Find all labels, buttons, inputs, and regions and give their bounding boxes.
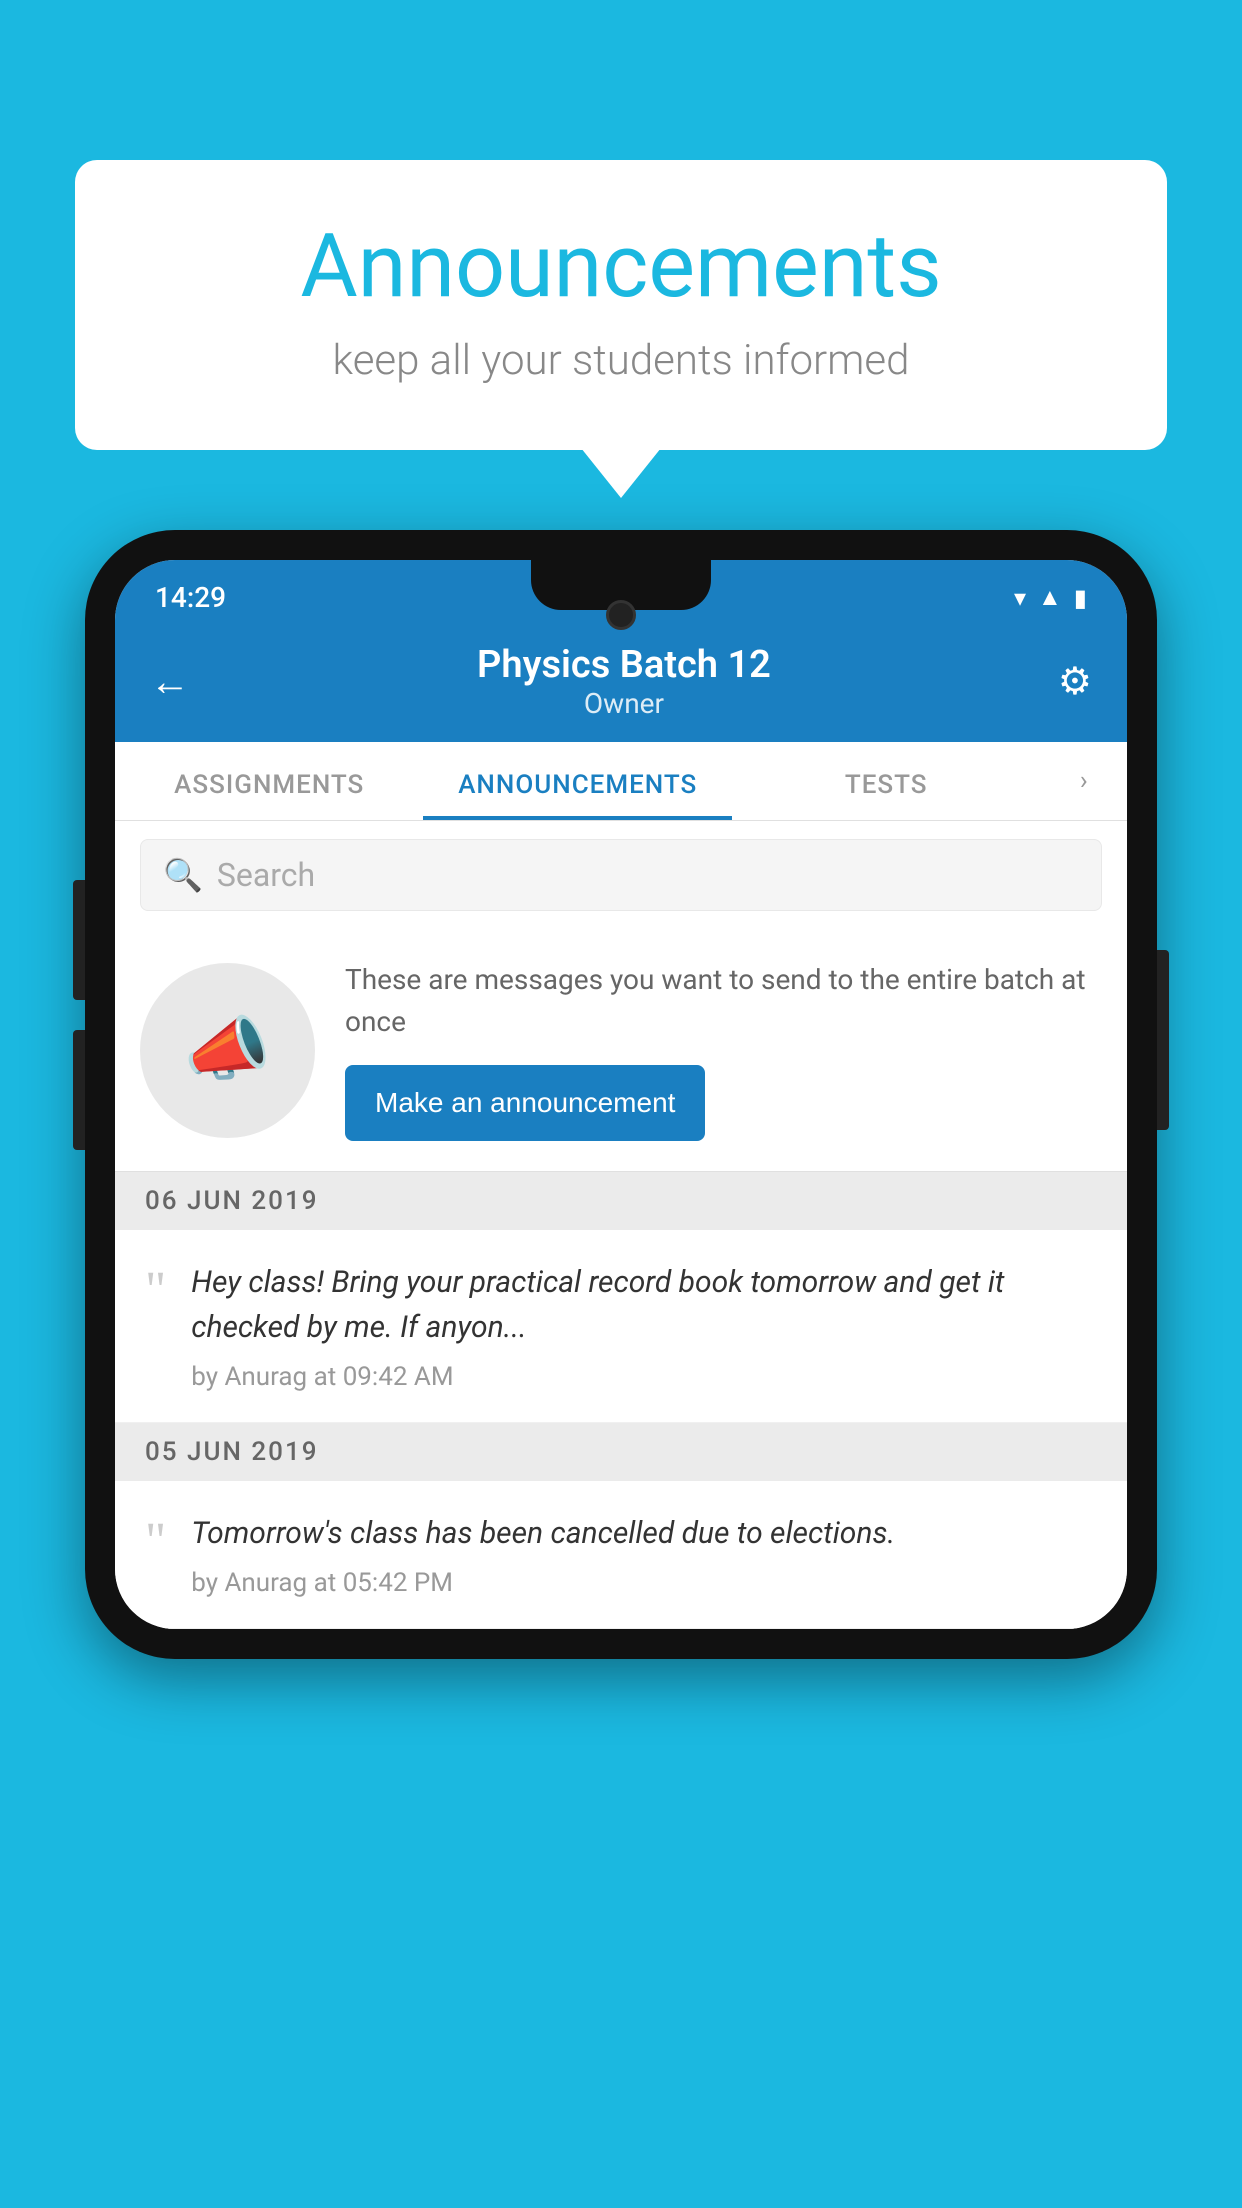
speech-bubble: Announcements keep all your students inf… xyxy=(75,160,1167,450)
tab-more[interactable]: › xyxy=(1040,742,1127,820)
announcement-text-2: Tomorrow's class has been cancelled due … xyxy=(191,1511,1097,1556)
phone-screen: 14:29 ▾ ▲ ▮ ← Physics Batch 12 Owner ⚙ xyxy=(115,560,1127,1629)
speech-bubble-subtitle: keep all your students informed xyxy=(135,336,1107,385)
date-separator-2: 05 JUN 2019 xyxy=(115,1423,1127,1481)
search-input[interactable]: Search xyxy=(217,856,315,894)
tab-assignments[interactable]: ASSIGNMENTS xyxy=(115,742,423,820)
header-title: Physics Batch 12 xyxy=(477,643,771,687)
announcement-by-1: by Anurag at 09:42 AM xyxy=(191,1362,453,1392)
announcement-item-1[interactable]: " Hey class! Bring your practical record… xyxy=(115,1230,1127,1423)
quote-icon-2: " xyxy=(145,1516,166,1568)
speech-bubble-title: Announcements xyxy=(135,215,1107,318)
search-box[interactable]: 🔍 Search xyxy=(140,839,1102,911)
status-icons: ▾ ▲ ▮ xyxy=(1014,583,1087,612)
announcement-item-2[interactable]: " Tomorrow's class has been cancelled du… xyxy=(115,1481,1127,1629)
phone-button-power[interactable] xyxy=(1157,950,1169,1130)
back-button[interactable]: ← xyxy=(150,658,190,705)
search-icon: 🔍 xyxy=(163,856,203,894)
announcement-text-1: Hey class! Bring your practical record b… xyxy=(191,1260,1097,1350)
date-separator-1: 06 JUN 2019 xyxy=(115,1172,1127,1230)
battery-icon: ▮ xyxy=(1074,584,1087,612)
quote-icon-1: " xyxy=(145,1265,166,1317)
announcement-promo: 📣 These are messages you want to send to… xyxy=(115,929,1127,1172)
status-time: 14:29 xyxy=(155,581,226,614)
tab-announcements[interactable]: ANNOUNCEMENTS xyxy=(423,742,731,820)
megaphone-icon: 📣 xyxy=(184,1009,271,1091)
phone-wrapper: 14:29 ▾ ▲ ▮ ← Physics Batch 12 Owner ⚙ xyxy=(85,530,1157,1659)
settings-button[interactable]: ⚙ xyxy=(1058,659,1092,704)
promo-icon-circle: 📣 xyxy=(140,963,315,1138)
make-announcement-button[interactable]: Make an announcement xyxy=(345,1065,705,1141)
announcement-content-2: Tomorrow's class has been cancelled due … xyxy=(191,1511,1097,1598)
signal-icon: ▲ xyxy=(1038,583,1062,612)
phone-button-volume-down[interactable] xyxy=(73,1030,85,1150)
phone-button-volume-up[interactable] xyxy=(73,880,85,1000)
promo-text: These are messages you want to send to t… xyxy=(345,959,1102,1043)
phone-notch xyxy=(531,560,711,610)
header-center: Physics Batch 12 Owner xyxy=(477,643,771,720)
wifi-icon: ▾ xyxy=(1014,584,1026,612)
announcement-by-2: by Anurag at 05:42 PM xyxy=(191,1568,453,1598)
tab-tests[interactable]: TESTS xyxy=(732,742,1040,820)
header-subtitle: Owner xyxy=(477,687,771,720)
announcement-content-1: Hey class! Bring your practical record b… xyxy=(191,1260,1097,1392)
phone-camera xyxy=(606,600,636,630)
tabs-container: ASSIGNMENTS ANNOUNCEMENTS TESTS › xyxy=(115,742,1127,821)
app-header: ← Physics Batch 12 Owner ⚙ xyxy=(115,625,1127,742)
speech-bubble-container: Announcements keep all your students inf… xyxy=(75,160,1167,450)
promo-content: These are messages you want to send to t… xyxy=(345,959,1102,1141)
search-container: 🔍 Search xyxy=(115,821,1127,929)
phone: 14:29 ▾ ▲ ▮ ← Physics Batch 12 Owner ⚙ xyxy=(85,530,1157,1659)
